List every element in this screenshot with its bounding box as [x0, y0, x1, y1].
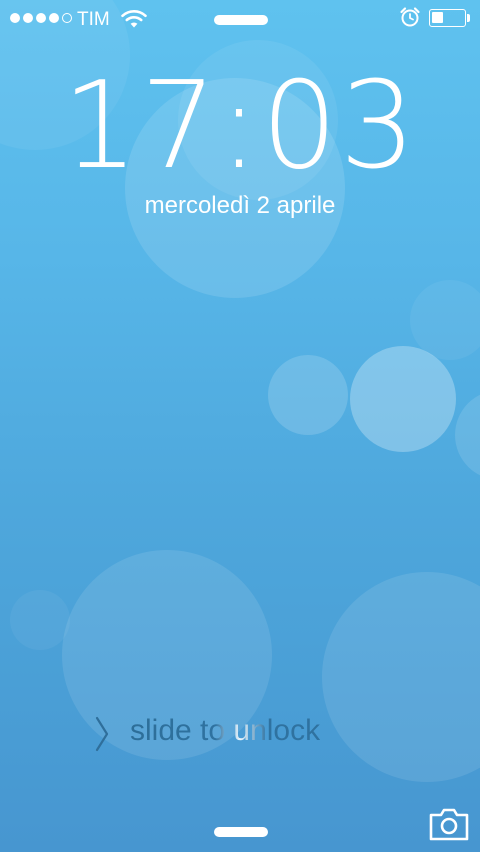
carrier-name: TIM — [77, 9, 110, 30]
lock-screen-date: mercoledì 2 aprile — [144, 192, 336, 219]
signal-dot — [23, 13, 33, 23]
wallpaper-bokeh — [455, 390, 480, 480]
signal-dot — [49, 13, 59, 23]
signal-dot — [62, 13, 72, 23]
signal-dot — [36, 13, 46, 23]
control-center-grabber[interactable] — [214, 827, 268, 837]
signal-dot — [10, 13, 20, 23]
wifi-icon — [121, 10, 147, 28]
slide-to-unlock-slider[interactable]: slide to unlock — [94, 712, 394, 756]
camera-icon[interactable] — [428, 806, 470, 842]
slide-to-unlock-label: slide to unlock — [130, 714, 321, 747]
battery-tip — [467, 14, 470, 22]
wallpaper-bokeh — [410, 280, 480, 360]
battery-level — [432, 12, 443, 23]
wallpaper-bokeh — [350, 346, 456, 452]
lock-screen: TIM 17:03 mercoledì 2 aprile slide to un… — [0, 0, 480, 852]
wallpaper-bokeh — [268, 355, 348, 435]
status-bar: TIM — [0, 0, 480, 38]
wallpaper-bokeh — [10, 590, 70, 650]
alarm-clock-icon — [400, 7, 420, 27]
lock-screen-time: 17:03 — [62, 57, 418, 196]
chevron-right-icon — [95, 716, 109, 752]
signal-strength-indicator — [10, 13, 72, 23]
battery-icon — [429, 9, 466, 27]
notification-center-grabber[interactable] — [214, 15, 268, 25]
